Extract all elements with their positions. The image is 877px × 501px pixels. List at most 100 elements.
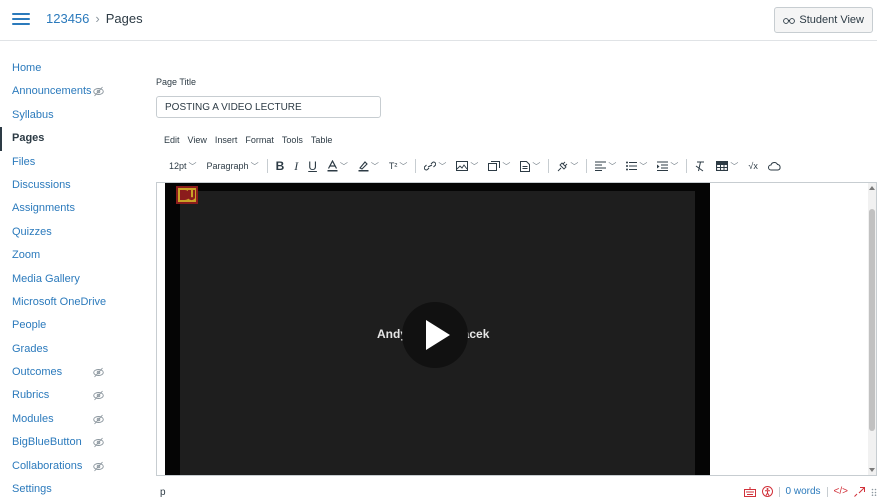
sidebar-item-quizzes[interactable]: Quizzes (0, 221, 140, 244)
link-button[interactable]: ﹀ (419, 157, 451, 175)
hidden-eye-icon (93, 461, 104, 471)
sidebar-item-label: Pages (12, 132, 45, 145)
sidebar-item-label: People (12, 319, 47, 332)
image-button[interactable]: ﹀ (451, 157, 483, 175)
editor-menubar: Edit View Insert Format Tools Table (164, 135, 332, 145)
superscript-button[interactable]: T² ﹀ (384, 157, 413, 175)
sidebar-item-label: Home (12, 62, 42, 74)
media-button[interactable]: ﹀ (483, 157, 515, 175)
table-button[interactable]: ﹀ (711, 157, 743, 175)
rich-content-editor[interactable]: Andy racek (156, 182, 877, 476)
bold-button[interactable]: B (271, 157, 290, 175)
sidebar-item-label: Rubrics (12, 389, 50, 402)
highlight-color-button[interactable]: ﹀ (353, 157, 384, 175)
student-view-button[interactable]: Student View (774, 7, 873, 33)
sidebar-item-bigbluebutton[interactable]: BigBlueButton (0, 431, 140, 454)
sidebar-item-modules[interactable]: Modules (0, 408, 140, 431)
video-play-button[interactable] (402, 302, 468, 368)
cloud-button[interactable] (763, 157, 786, 175)
sidebar-item-syllabus[interactable]: Syllabus (0, 104, 140, 127)
sidebar-item-grades[interactable]: Grades (0, 338, 140, 361)
bullet-list-button[interactable]: ﹀ (621, 157, 652, 175)
document-button[interactable]: ﹀ (515, 157, 545, 175)
text-color-button[interactable]: ﹀ (322, 157, 353, 175)
sidebar-item-rubrics[interactable]: Rubrics (0, 384, 140, 407)
sidebar-item-files[interactable]: Files (0, 151, 140, 174)
menu-table[interactable]: Table (311, 135, 333, 145)
superscript-icon: T² (388, 161, 398, 171)
hidden-eye-icon (93, 414, 104, 425)
highlighter-icon (358, 161, 369, 172)
sidebar-item-zoom[interactable]: Zoom (0, 244, 140, 267)
sidebar-item-collaborations[interactable]: Collaborations (0, 455, 140, 478)
accessibility-checker-icon[interactable] (761, 486, 773, 497)
underline-button[interactable]: U (303, 157, 322, 175)
menu-tools[interactable]: Tools (282, 135, 303, 145)
indent-button[interactable]: ﹀ (652, 157, 683, 175)
statusbar-divider (826, 486, 828, 497)
sidebar-item-microsoft-onedrive[interactable]: Microsoft OneDrive (0, 291, 140, 314)
breadcrumb-separator: › (95, 11, 100, 26)
sidebar-item-settings[interactable]: Settings (0, 478, 140, 501)
student-view-label: Student View (799, 14, 864, 26)
sidebar-item-label: Outcomes (12, 366, 63, 379)
video-embed[interactable]: Andy racek (165, 183, 710, 475)
statusbar-divider (778, 486, 780, 497)
university-logo-icon (176, 186, 198, 204)
clear-formatting-button[interactable] (690, 157, 711, 175)
page-title-input[interactable] (156, 96, 381, 118)
word-count[interactable]: 0 words (786, 486, 821, 497)
hamburger-menu-icon[interactable] (12, 11, 30, 27)
sidebar-item-announcements[interactable]: Announcements (0, 80, 140, 103)
menu-view[interactable]: View (188, 135, 207, 145)
font-size-dropdown[interactable]: 12pt ﹀ (164, 157, 202, 175)
media-icon (488, 161, 501, 171)
scroll-up-arrow-icon[interactable] (869, 186, 875, 190)
sidebar-item-pages[interactable]: Pages (0, 127, 140, 151)
menu-insert[interactable]: Insert (215, 135, 238, 145)
menu-format[interactable]: Format (245, 135, 274, 145)
menu-edit[interactable]: Edit (164, 135, 180, 145)
html-editor-toggle[interactable]: </> (834, 486, 848, 497)
bold-icon: B (275, 159, 285, 173)
scroll-down-arrow-icon[interactable] (869, 468, 875, 472)
editor-scrollbar[interactable] (868, 183, 876, 475)
scrollbar-thumb[interactable] (869, 209, 875, 431)
hidden-eye-icon (93, 391, 104, 401)
sidebar-item-label: Files (12, 155, 36, 168)
sidebar-item-label: Assignments (12, 202, 75, 215)
statusbar-right: 0 words </> (743, 486, 877, 497)
keyboard-shortcuts-icon[interactable] (743, 486, 756, 497)
breadcrumb: 123456 › Pages (46, 11, 143, 26)
sidebar-item-label: Syllabus (12, 108, 54, 121)
element-path[interactable]: p (160, 487, 166, 498)
sidebar-item-home[interactable]: Home (0, 57, 140, 80)
clear-formatting-icon (696, 161, 705, 171)
sidebar-item-label: Microsoft OneDrive (12, 295, 107, 308)
sidebar-item-media-gallery[interactable]: Media Gallery (0, 268, 140, 291)
sidebar-item-discussions[interactable]: Discussions (0, 174, 140, 197)
hidden-eye-icon (93, 367, 104, 378)
apps-button[interactable]: ﹀ (552, 157, 583, 175)
font-size-value: 12pt (169, 161, 187, 171)
sidebar-item-label: Settings (12, 483, 52, 496)
resize-handle-icon[interactable] (871, 488, 877, 496)
block-format-dropdown[interactable]: Paragraph ﹀ (202, 157, 264, 175)
align-button[interactable]: ﹀ (590, 157, 621, 175)
play-icon (426, 320, 450, 350)
sidebar-item-outcomes[interactable]: Outcomes (0, 361, 140, 384)
breadcrumb-course-link[interactable]: 123456 (46, 11, 89, 26)
sidebar-item-people[interactable]: People (0, 314, 140, 337)
sidebar-item-label: Discussions (12, 178, 71, 191)
hidden-eye-icon (93, 87, 104, 97)
fullscreen-icon[interactable] (854, 486, 865, 497)
plug-icon (558, 161, 568, 171)
image-icon (456, 161, 469, 171)
cloud-icon (767, 162, 781, 171)
page-title-label: Page Title (156, 77, 197, 87)
math-equation-button[interactable]: √x (743, 157, 762, 175)
sidebar-item-assignments[interactable]: Assignments (0, 197, 140, 220)
breadcrumb-current: Pages (105, 11, 143, 26)
italic-button[interactable]: I (289, 157, 303, 175)
toolbar-divider (415, 159, 417, 173)
